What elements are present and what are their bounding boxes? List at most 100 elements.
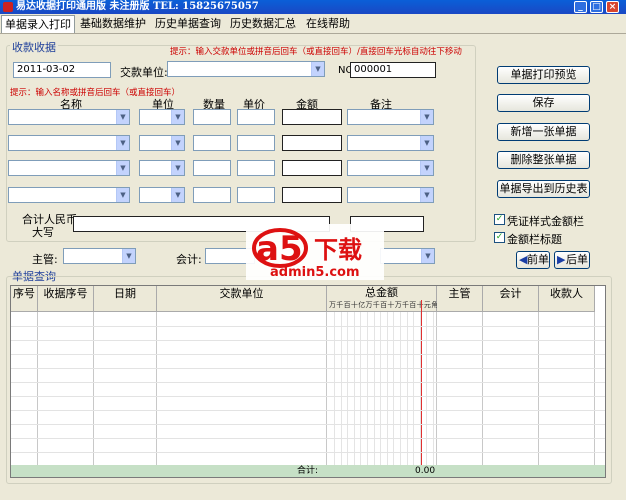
tab-bar: 单据录入打印 基础数据维护 历史单据查询 历史数据汇总 在线帮助 [0,14,626,34]
hint-top: 提示：输入交款单位或拼音后回车（或直接回车）/直接回车光标自动往下移动 [170,47,462,57]
table-row [11,424,605,425]
chevron-down-icon[interactable]: ▼ [421,249,434,263]
chevron-down-icon[interactable]: ▼ [420,161,433,175]
amount-digit-line [386,312,388,467]
minimize-button[interactable]: _ [574,1,587,13]
item-unit-combo-4[interactable]: ▼ [139,187,185,203]
item-amount-field-4[interactable] [282,187,342,203]
receipt-group-label: 收款收据 [10,39,58,55]
amount-digit-header: 万千百十亿万千百十万千百十元角分 [329,301,446,309]
tab-entry-print[interactable]: 单据录入打印 [1,15,75,33]
item-price-field-2[interactable] [237,135,275,151]
amount-digit-line [380,312,382,467]
chevron-down-icon[interactable]: ▼ [116,188,129,202]
header-supervisor[interactable]: 主管 [437,286,483,312]
payer-label: 交款单位: [120,66,168,79]
item-price-field-4[interactable] [237,187,275,203]
chevron-down-icon[interactable]: ▼ [171,161,184,175]
header-total-label: 总金额 [365,286,398,299]
item-unit-combo-3[interactable]: ▼ [139,160,185,176]
save-button[interactable]: 保存 [497,94,590,112]
watermark-logo: a5 下载 admin5.com [246,224,384,280]
prev-button[interactable]: ◀ 前单 [516,251,550,269]
item-remark-combo-2[interactable]: ▼ [347,135,434,151]
payer-combo[interactable]: ▼ [167,61,325,77]
item-amount-field-2[interactable] [282,135,342,151]
item-unit-combo-2[interactable]: ▼ [139,135,185,151]
table-row [11,396,605,397]
header-payer[interactable]: 交款单位 [157,286,327,312]
tab-base-data[interactable]: 基础数据维护 [77,15,149,33]
item-price-field-1[interactable] [237,109,275,125]
table-row [11,340,605,341]
item-unit-combo-1[interactable]: ▼ [139,109,185,125]
item-quantity-field-4[interactable] [193,187,231,203]
amount-digit-line [360,312,362,467]
next-button[interactable]: ▶ 后单 [554,251,590,269]
header-receipt-no[interactable]: 收据序号 [38,286,94,312]
chevron-down-icon[interactable]: ▼ [116,136,129,150]
item-remark-combo-3[interactable]: ▼ [347,160,434,176]
delete-receipt-button[interactable]: 删除整张单据 [497,151,590,169]
item-quantity-field-2[interactable] [193,135,231,151]
table-row [11,452,605,453]
total-label: 合计: [297,466,319,476]
export-history-button[interactable]: 单据导出到历史表 [497,180,590,198]
supervisor-label: 主管: [32,253,58,266]
grid-column-line [538,312,539,467]
header-accountant[interactable]: 会计 [483,286,539,312]
chevron-down-icon[interactable]: ▼ [122,249,135,263]
amount-digit-line [347,312,349,467]
item-quantity-field-1[interactable] [193,109,231,125]
grid-column-line [37,312,38,467]
amount-digit-line [413,312,415,467]
item-amount-field-3[interactable] [282,160,342,176]
chevron-down-icon[interactable]: ▼ [116,161,129,175]
item-name-combo-2[interactable]: ▼ [8,135,130,151]
item-quantity-field-3[interactable] [193,160,231,176]
supervisor-combo[interactable]: ▼ [63,248,136,264]
a5-logo-icon: a5 下载 admin5.com [252,228,362,280]
item-name-combo-4[interactable]: ▼ [8,187,130,203]
print-preview-button[interactable]: 单据打印预览 [497,66,590,84]
date-field[interactable]: 2011-03-02 [13,62,111,78]
maximize-button[interactable]: □ [590,1,603,13]
new-receipt-button[interactable]: 新增一张单据 [497,123,590,141]
amount-digit-line [433,312,434,467]
header-date[interactable]: 日期 [94,286,157,312]
receipt-number-field[interactable]: 000001 [350,62,436,78]
tab-history-summary[interactable]: 历史数据汇总 [227,15,299,33]
chevron-down-icon[interactable]: ▼ [171,110,184,124]
amount-digit-line [334,312,335,467]
chevron-down-icon[interactable]: ▼ [420,110,433,124]
chevron-down-icon[interactable]: ▼ [311,62,324,76]
amount-digit-line [400,312,401,467]
item-remark-combo-1[interactable]: ▼ [347,109,434,125]
table-row [11,382,605,383]
chevron-down-icon[interactable]: ▼ [420,188,433,202]
brand-site: admin5.com [270,265,360,280]
header-seq[interactable]: 序号 [11,286,38,312]
item-remark-combo-4[interactable]: ▼ [347,187,434,203]
item-price-field-3[interactable] [237,160,275,176]
arrow-left-icon: ◀ [519,253,528,266]
checkbox-amount-title[interactable]: ✓ [494,232,505,243]
checkbox-amount-style[interactable]: ✓ [494,214,505,225]
query-grid[interactable]: 序号 收据序号 日期 交款单位 总金额 万千百十亿万千百十万千百十元角分 主管 … [10,285,606,478]
receiver-combo[interactable]: ▼ [380,248,435,264]
item-name-combo-1[interactable]: ▼ [8,109,130,125]
amount-digit-line [353,312,355,467]
item-name-combo-3[interactable]: ▼ [8,160,130,176]
chevron-down-icon[interactable]: ▼ [420,136,433,150]
tab-online-help[interactable]: 在线帮助 [303,15,353,33]
item-amount-field-1[interactable] [282,109,342,125]
brand-download: 下载 [314,236,362,264]
close-button[interactable]: × [606,1,619,13]
chevron-down-icon[interactable]: ▼ [171,136,184,150]
amount-style-label: 凭证样式金额栏 [507,215,584,228]
chevron-down-icon[interactable]: ▼ [116,110,129,124]
table-row [11,368,605,369]
chevron-down-icon[interactable]: ▼ [171,188,184,202]
tab-history-query[interactable]: 历史单据查询 [152,15,224,33]
header-receiver[interactable]: 收款人 [539,286,595,312]
